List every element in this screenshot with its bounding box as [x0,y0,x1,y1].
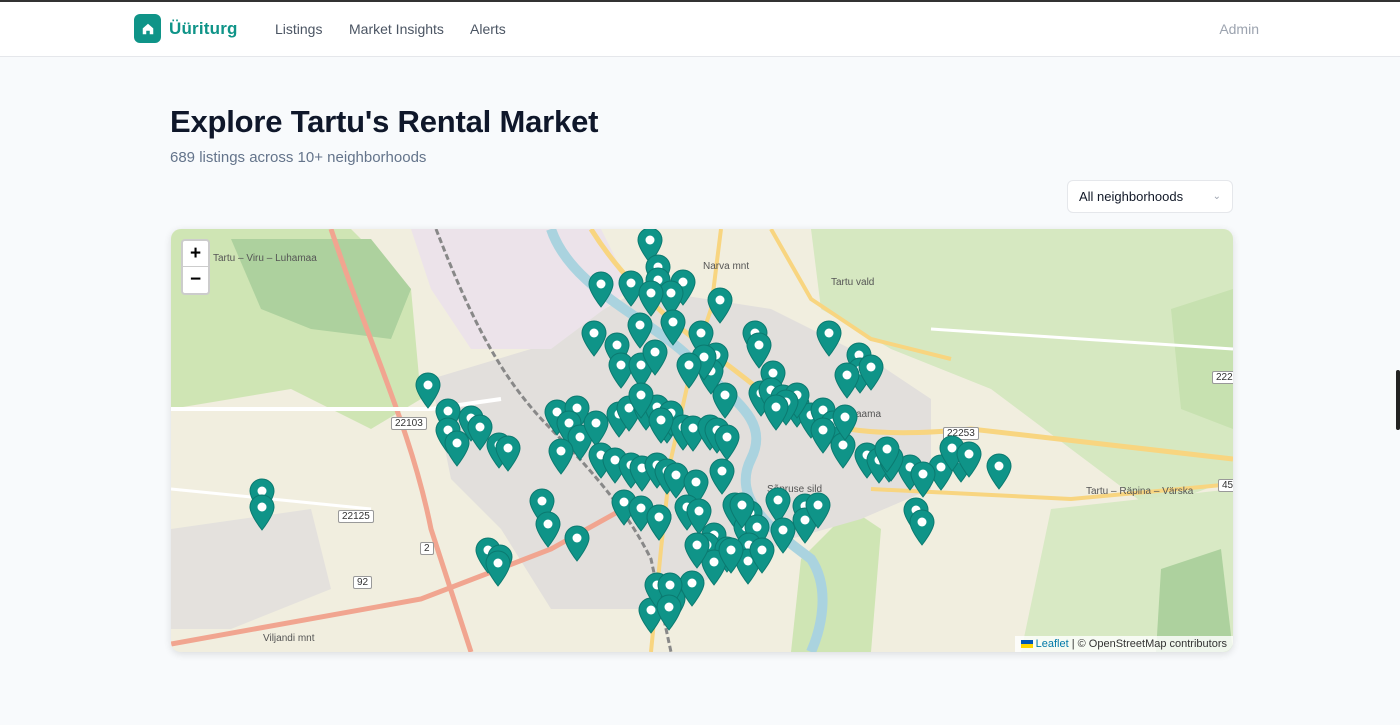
listing-marker-icon[interactable] [832,404,858,441]
place-label: Viljandi mnt [263,633,315,644]
listing-marker-icon[interactable] [763,394,789,431]
road-label: 22103 [391,417,427,430]
listing-marker-icon[interactable] [656,594,682,631]
leaflet-link[interactable]: Leaflet [1036,638,1069,650]
listing-marker-icon[interactable] [805,492,831,529]
listing-marker-icon[interactable] [646,504,672,541]
road-label: 45 [1218,479,1233,492]
place-label: Tartu – Räpina – Värska [1086,486,1194,497]
page-subtitle: 689 listings across 10+ neighborhoods [170,149,427,166]
zoom-control: + − [181,239,210,295]
listing-marker-icon[interactable] [986,453,1012,490]
brand-name[interactable]: Üüriturg [169,19,238,39]
listing-marker-icon[interactable] [749,537,775,574]
listing-marker-icon[interactable] [909,509,935,546]
listing-marker-icon[interactable] [718,537,744,574]
listing-marker-icon[interactable] [910,461,936,498]
top-navbar: Üüriturg Listings Market Insights Alerts… [0,2,1400,57]
listing-marker-icon[interactable] [684,532,710,569]
listing-marker-icon[interactable] [712,382,738,419]
page-title: Explore Tartu's Rental Market [170,104,599,139]
road-label: 22125 [338,510,374,523]
nav-alerts[interactable]: Alerts [470,21,506,37]
place-label: Tartu vald [831,277,875,288]
user-menu[interactable]: Admin [1219,21,1259,37]
listing-marker-icon[interactable] [714,424,740,461]
place-label: Narva mnt [703,261,750,272]
road-label: 2 [420,542,434,555]
zoom-in-button[interactable]: + [183,241,208,267]
listing-marker-icon[interactable] [588,271,614,308]
listing-marker-icon[interactable] [495,435,521,472]
listing-marker-icon[interactable] [816,320,842,357]
ukraine-flag-icon [1020,640,1033,648]
attribution-text: | © OpenStreetMap contributors [1071,638,1227,650]
listing-marker-icon[interactable] [834,362,860,399]
listing-marker-icon[interactable] [729,492,755,529]
listings-map[interactable]: 22103 22125 22253 2 92 45 222 Sõpruse si… [171,229,1233,652]
listing-marker-icon[interactable] [485,550,511,587]
place-label: Tartu – Viru – Luhamaa [213,253,317,264]
listing-marker-icon[interactable] [858,354,884,391]
listing-marker-icon[interactable] [564,525,590,562]
home-logo-icon[interactable] [134,14,161,43]
scrollbar-handle[interactable] [1396,370,1400,430]
listing-marker-icon[interactable] [707,287,733,324]
listing-marker-icon[interactable] [535,511,561,548]
neighborhood-select-value: All neighborhoods [1079,189,1184,204]
listing-marker-icon[interactable] [642,339,668,376]
chevron-down-icon: ⌄ [1212,191,1221,202]
listing-marker-icon[interactable] [648,407,674,444]
listing-marker-icon[interactable] [676,352,702,389]
listing-marker-icon[interactable] [548,438,574,475]
zoom-out-button[interactable]: − [183,267,208,293]
listing-marker-icon[interactable] [444,430,470,467]
map-attribution: Leaflet | © OpenStreetMap contributors [1014,636,1233,652]
nav-market-insights[interactable]: Market Insights [349,21,444,37]
listing-marker-icon[interactable] [249,494,275,531]
listing-marker-icon[interactable] [874,436,900,473]
nav-listings[interactable]: Listings [275,21,322,37]
road-label: 222 [1212,371,1233,384]
road-label: 92 [353,576,373,589]
neighborhood-select[interactable]: All neighborhoods ⌄ [1067,180,1233,213]
listing-marker-icon[interactable] [956,441,982,478]
listing-marker-icon[interactable] [709,458,735,495]
